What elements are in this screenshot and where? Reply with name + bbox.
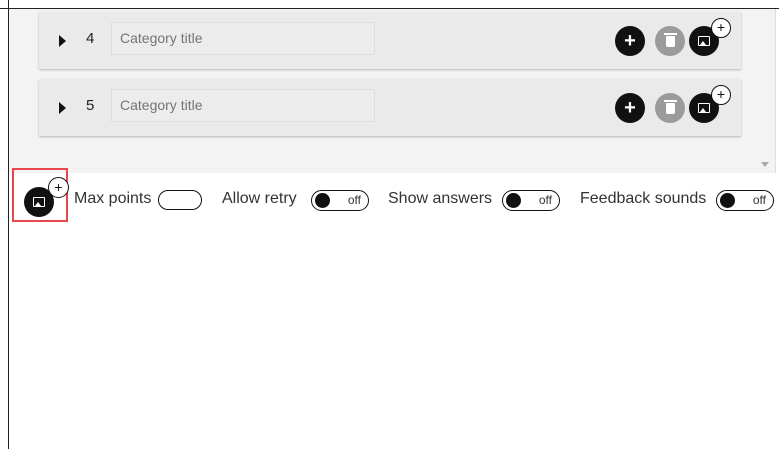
allow-retry-toggle[interactable]: off — [311, 190, 369, 211]
image-icon — [33, 197, 45, 207]
max-points-label: Max points — [74, 190, 152, 207]
expand-caret-icon[interactable] — [59, 102, 66, 114]
scroll-down-arrow-icon[interactable] — [761, 162, 769, 167]
expand-caret-icon[interactable] — [59, 35, 66, 47]
show-answers-toggle[interactable]: off — [502, 190, 560, 211]
category-number: 4 — [86, 30, 95, 47]
plus-badge-icon: + — [48, 177, 69, 198]
trash-icon — [663, 99, 677, 114]
image-icon — [698, 36, 710, 46]
delete-button[interactable] — [655, 26, 685, 56]
category-row: 5 + + — [39, 79, 741, 136]
toggle-state: off — [538, 193, 552, 207]
plus-icon: + — [624, 29, 636, 52]
feedback-sounds-toggle[interactable]: off — [716, 190, 774, 211]
category-number: 5 — [86, 97, 95, 114]
categories-panel[interactable]: 4 + + 5 + + — [9, 9, 776, 173]
allow-retry-label: Allow retry — [222, 190, 297, 207]
add-button[interactable]: + — [615, 26, 645, 56]
add-button[interactable]: + — [615, 93, 645, 123]
plus-icon: + — [624, 96, 636, 119]
max-points-input[interactable] — [158, 190, 202, 210]
category-title-input[interactable] — [111, 89, 375, 122]
window-top-border — [0, 0, 779, 9]
plus-badge-icon: + — [711, 18, 731, 38]
toggle-knob — [506, 193, 521, 208]
toggle-state: off — [752, 193, 766, 207]
plus-badge-icon: + — [711, 85, 731, 105]
feedback-sounds-label: Feedback sounds — [580, 190, 707, 207]
category-row: 4 + + — [39, 12, 741, 69]
toggle-state: off — [347, 193, 361, 207]
trash-icon — [663, 32, 677, 47]
delete-button[interactable] — [655, 93, 685, 123]
image-icon — [698, 103, 710, 113]
category-title-input[interactable] — [111, 22, 375, 55]
show-answers-label: Show answers — [388, 190, 493, 207]
toggle-knob — [720, 193, 735, 208]
toggle-knob — [315, 193, 330, 208]
